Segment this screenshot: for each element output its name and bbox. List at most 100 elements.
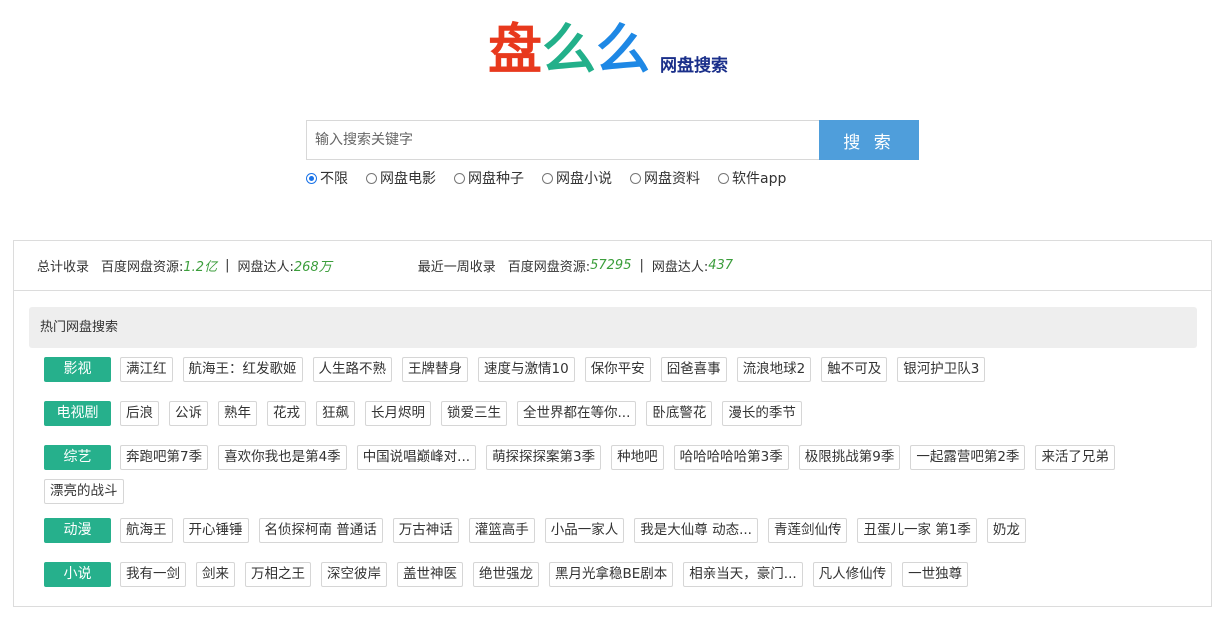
site-logo[interactable]: 盘 么 么 网盘搜索 xyxy=(488,20,728,80)
hot-search-tag[interactable]: 灌篮高手 xyxy=(468,518,535,543)
hot-search-tag[interactable]: 黑月光拿稳BE剧本 xyxy=(549,562,674,587)
hot-search-tag[interactable]: 速度与激情10 xyxy=(478,357,575,382)
logo-subtitle: 网盘搜索 xyxy=(660,56,728,76)
hot-category-row: 影视 满江红 航海王：红发歌姬 人生路不熟 王牌替身 速度与激情10 保你平安 囧爸喜事 流浪地… xyxy=(44,357,1184,391)
filter-option-label: 不限 xyxy=(320,171,348,187)
hot-search-tag[interactable]: 名侦探柯南 普通话 xyxy=(258,518,383,543)
logo-char-me-2: 么 xyxy=(596,18,650,81)
hot-search-tag[interactable]: 来活了兄弟 xyxy=(1035,445,1115,470)
stats-separator: | xyxy=(225,258,230,273)
hot-search-tag[interactable]: 我是大仙尊 动态... xyxy=(634,518,758,543)
hot-search-tag[interactable]: 触不可及 xyxy=(821,357,888,382)
hot-search-tag[interactable]: 极限挑战第9季 xyxy=(798,445,901,470)
stats-week: 最近一周收录 百度网盘资源: 57295 | 网盘达人: 437 xyxy=(418,256,733,275)
hot-search-tag[interactable]: 绝世强龙 xyxy=(473,562,539,587)
hot-search-tag[interactable]: 狂飙 xyxy=(316,401,355,426)
radio-button[interactable] xyxy=(718,172,729,184)
hot-search-tag[interactable]: 王牌替身 xyxy=(402,357,468,382)
hot-search-tag[interactable]: 深空彼岸 xyxy=(321,562,387,587)
hot-search-tag[interactable]: 流浪地球2 xyxy=(736,357,812,382)
filter-option[interactable]: 网盘小说 xyxy=(542,168,612,188)
hot-search-tag[interactable]: 公诉 xyxy=(169,401,208,426)
hot-search-tag[interactable]: 我有一剑 xyxy=(120,562,186,587)
hot-search-tag[interactable]: 长月烬明 xyxy=(365,401,431,426)
filter-option-label: 网盘小说 xyxy=(556,171,612,187)
hot-search-tag[interactable]: 小品一家人 xyxy=(544,518,625,543)
hot-search-tag[interactable]: 保你平安 xyxy=(584,357,651,382)
stats-total: 总计收录 百度网盘资源: 1.2亿 | 网盘达人: 268万 xyxy=(37,256,332,275)
logo-char-me-1: 么 xyxy=(542,18,596,81)
hot-search-tag[interactable]: 卧底警花 xyxy=(646,401,713,426)
filter-option[interactable]: 网盘种子 xyxy=(454,168,524,188)
hot-search-tag[interactable]: 花戎 xyxy=(267,401,306,426)
hot-search-tag[interactable]: 奔跑吧第7季 xyxy=(120,445,209,470)
hot-search-tag[interactable]: 万古神话 xyxy=(392,518,459,543)
search-input[interactable] xyxy=(306,120,819,160)
stats-week-title: 最近一周收录 xyxy=(417,260,496,275)
stats-total-expert-label: 网盘达人: xyxy=(237,260,294,275)
hot-search-tag[interactable]: 相亲当天，豪门... xyxy=(683,562,803,587)
stats-total-baidu-label: 百度网盘资源: xyxy=(101,260,184,275)
hot-search-tag[interactable]: 人生路不熟 xyxy=(312,357,392,382)
hot-search-tag[interactable]: 丑蛋儿一家 第1季 xyxy=(857,518,977,543)
hot-search-tag[interactable]: 全世界都在等你... xyxy=(517,401,637,426)
hot-search-tag[interactable]: 一世独尊 xyxy=(902,562,969,587)
hot-search-tag[interactable]: 锁爱三生 xyxy=(441,401,507,426)
radio-button[interactable] xyxy=(454,172,465,184)
filter-option[interactable]: 不限 xyxy=(306,168,348,188)
category-label[interactable]: 影视 xyxy=(44,357,111,382)
hot-search-tag[interactable]: 航海王 xyxy=(120,518,173,543)
hot-search-tag[interactable]: 银河护卫队3 xyxy=(897,357,986,382)
filter-option[interactable]: 网盘资料 xyxy=(630,168,700,188)
hot-search-tag[interactable]: 满江红 xyxy=(120,357,173,382)
hot-search-tag[interactable]: 盖世神医 xyxy=(397,562,463,587)
category-label[interactable]: 综艺 xyxy=(44,445,111,470)
radio-button[interactable] xyxy=(630,172,641,184)
hot-search-tag[interactable]: 种地吧 xyxy=(611,445,664,470)
stats-total-baidu-value: 1.2亿 xyxy=(183,260,218,275)
stats-separator: | xyxy=(639,258,644,273)
hot-search-tag[interactable]: 中国说唱巅峰对... xyxy=(356,445,477,470)
hot-search-tag[interactable]: 开心锤锤 xyxy=(182,518,249,543)
hot-search-tag[interactable]: 漫长的季节 xyxy=(722,401,802,426)
stats-week-baidu-value: 57295 xyxy=(590,258,632,273)
hot-search-tag[interactable]: 熟年 xyxy=(218,401,257,426)
search-bar: 搜 索 xyxy=(306,120,919,160)
stats-week-baidu-label: 百度网盘资源: xyxy=(507,260,591,275)
hot-search-tag[interactable]: 剑来 xyxy=(196,562,235,587)
hot-search-tag[interactable]: 航海王：红发歌姬 xyxy=(182,357,303,382)
hot-search-tag[interactable]: 凡人修仙传 xyxy=(812,562,893,587)
hot-category-row: 电视剧 后浪 公诉 熟年 花戎 狂飙 长月烬明 锁爱三生 全世界都在等你... 卧底警花 漫长的季节 xyxy=(44,401,1184,435)
filter-option-label: 网盘资料 xyxy=(644,171,700,187)
radio-button[interactable] xyxy=(306,172,317,184)
hot-search-tag[interactable]: 囧爸喜事 xyxy=(660,357,727,382)
hot-search-tag[interactable]: 哈哈哈哈哈第3季 xyxy=(673,445,789,470)
hot-search-header: 热门网盘搜索 xyxy=(29,307,1197,348)
hot-category-row: 动漫 航海王 开心锤锤 名侦探柯南 普通话 万古神话 灌篮高手 小品一家人 我是大仙尊 动态.… xyxy=(44,518,1184,552)
category-label[interactable]: 电视剧 xyxy=(44,401,111,426)
search-button[interactable]: 搜 索 xyxy=(819,120,919,160)
stats-week-expert-label: 网盘达人: xyxy=(651,260,709,275)
filter-option[interactable]: 网盘电影 xyxy=(366,168,436,188)
hot-category-row: 综艺 奔跑吧第7季 喜欢你我也是第4季 中国说唱巅峰对... 萌探探探案第3季 种地吧 哈哈… xyxy=(44,445,1184,513)
logo-char-pan: 盘 xyxy=(488,18,542,81)
radio-button[interactable] xyxy=(366,172,377,184)
category-label[interactable]: 小说 xyxy=(44,562,111,587)
hot-search-tag[interactable]: 喜欢你我也是第4季 xyxy=(218,445,347,470)
hot-search-tag[interactable]: 一起露营吧第2季 xyxy=(910,445,1026,470)
search-filter-group: 不限 网盘电影 网盘种子 网盘小说 网盘资料 软件app xyxy=(306,168,804,188)
stats-and-hot-panel: 总计收录 百度网盘资源: 1.2亿 | 网盘达人: 268万 最近一周收录 百度… xyxy=(13,240,1212,607)
radio-button[interactable] xyxy=(542,172,553,184)
hot-search-tag[interactable]: 奶龙 xyxy=(986,518,1026,543)
stats-bar: 总计收录 百度网盘资源: 1.2亿 | 网盘达人: 268万 最近一周收录 百度… xyxy=(14,241,1211,291)
filter-option-label: 网盘种子 xyxy=(468,171,524,187)
category-label[interactable]: 动漫 xyxy=(44,518,111,543)
filter-option[interactable]: 软件app xyxy=(718,168,786,188)
hot-search-tag[interactable]: 后浪 xyxy=(120,401,159,426)
filter-option-label: 软件app xyxy=(732,171,787,187)
hot-category-row: 小说 我有一剑 剑来 万相之王 深空彼岸 盖世神医 绝世强龙 黑月光拿稳BE剧本 相亲当天，豪门… xyxy=(44,562,1184,596)
hot-search-tag[interactable]: 漂亮的战斗 xyxy=(44,479,124,504)
hot-search-tag[interactable]: 万相之王 xyxy=(245,562,311,587)
hot-search-tag[interactable]: 青莲剑仙传 xyxy=(767,518,848,543)
hot-search-tag[interactable]: 萌探探探案第3季 xyxy=(486,445,602,470)
